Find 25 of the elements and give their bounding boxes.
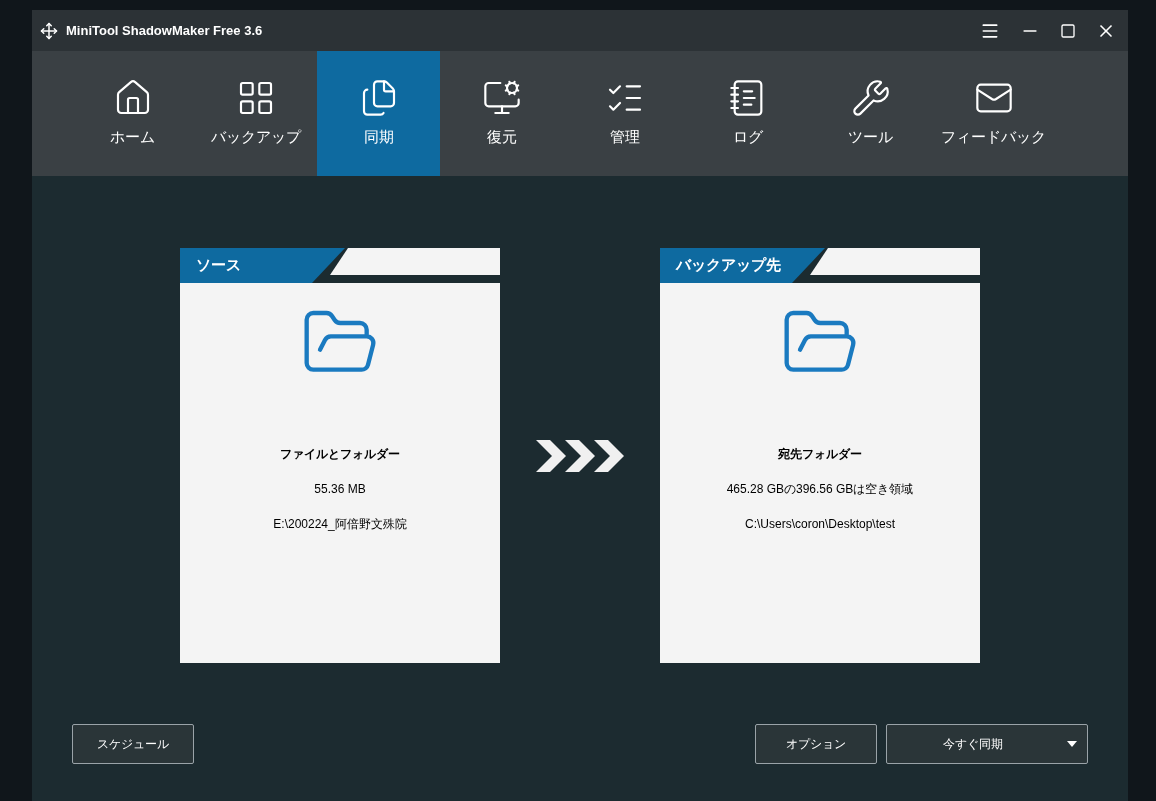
nav-tab[interactable]: フィードバック bbox=[932, 51, 1055, 176]
wrench-icon bbox=[850, 78, 891, 119]
window-title: MiniTool ShadowMaker Free 3.6 bbox=[66, 21, 263, 40]
nav-tab[interactable]: ツール bbox=[809, 51, 932, 176]
card-title: ファイルとフォルダー bbox=[280, 446, 400, 463]
card-header: バックアップ先 bbox=[660, 248, 825, 283]
sync-now-button[interactable]: 今すぐ同期 bbox=[886, 724, 1088, 764]
card-detail: 465.28 GBの396.56 GBは空き領域 bbox=[726, 481, 914, 498]
logo-icon bbox=[40, 21, 58, 40]
nav-tab[interactable]: 管理 bbox=[563, 51, 686, 176]
nav-tab[interactable]: 同期 bbox=[317, 51, 440, 176]
card-detail: C:\Users\coron\Desktop\test bbox=[744, 516, 896, 533]
nav-tab[interactable]: ホーム bbox=[71, 51, 194, 176]
triple-chevron-icon bbox=[536, 440, 624, 472]
nav-tab[interactable]: バックアップ bbox=[194, 51, 317, 176]
card-header: ソース bbox=[180, 248, 345, 283]
card-title: 宛先フォルダー bbox=[778, 446, 862, 463]
card-detail: 55.36 MB bbox=[314, 481, 366, 498]
nav-tab[interactable]: 復元 bbox=[440, 51, 563, 176]
options-button[interactable]: オプション bbox=[755, 724, 877, 764]
caret-icon bbox=[1067, 741, 1077, 747]
card-detail: E:\200224_阿倍野文殊院 bbox=[273, 516, 407, 533]
schedule-button[interactable]: スケジュール bbox=[72, 724, 194, 764]
maximize-icon[interactable] bbox=[1060, 22, 1076, 39]
nav-tab[interactable]: ログ bbox=[686, 51, 809, 176]
